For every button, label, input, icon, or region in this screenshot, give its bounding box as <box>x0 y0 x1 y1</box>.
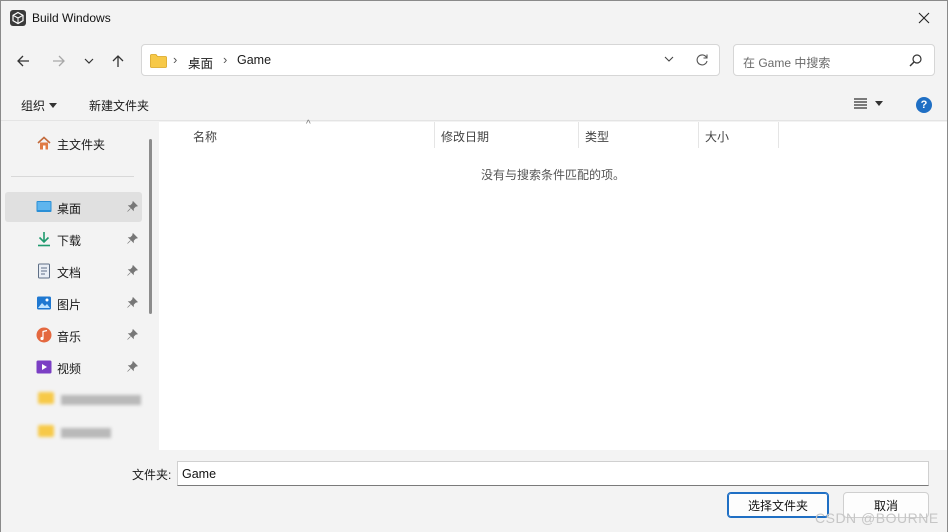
organize-menu-button[interactable]: 组织 <box>21 97 58 114</box>
navigation-row: › 桌面 › Game 在 Game 中搜索 <box>1 39 947 83</box>
sidebar-item-label: 文档 <box>57 266 82 280</box>
column-divider[interactable] <box>434 122 435 148</box>
navigation-pane: 主文件夹 桌面 下载 文档 图片 音乐 视频 <box>5 122 144 450</box>
close-button[interactable] <box>905 3 943 33</box>
sidebar-item-videos[interactable]: 视频 <box>5 352 142 382</box>
sidebar-item-label: 图片 <box>57 298 82 312</box>
download-icon <box>38 232 50 247</box>
watermark: CSDN @BOURNE <box>815 510 939 526</box>
arrow-left-icon <box>17 55 29 67</box>
sidebar-item-label: 桌面 <box>57 202 82 216</box>
sidebar-item-label: 音乐 <box>57 330 82 344</box>
document-icon <box>38 263 50 279</box>
address-bar[interactable]: › 桌面 › Game <box>141 44 720 76</box>
empty-message: 没有与搜索条件匹配的项。 <box>480 168 625 182</box>
help-button[interactable]: ? <box>916 97 932 113</box>
column-header-type[interactable]: 类型 <box>585 122 609 148</box>
view-options-button[interactable] <box>854 98 883 109</box>
new-folder-button[interactable]: 新建文件夹 <box>89 97 149 114</box>
column-header-name[interactable]: 名称 <box>193 122 217 148</box>
sidebar-divider <box>11 176 134 177</box>
search-input[interactable]: 在 Game 中搜索 <box>743 54 830 71</box>
chevron-down-icon[interactable] <box>663 53 675 65</box>
sidebar-item-redacted[interactable] <box>5 384 142 414</box>
sort-ascending-icon: ^ <box>306 119 311 130</box>
sidebar-item-label: 视频 <box>57 362 82 376</box>
navigation-pane-scrollbar[interactable] <box>149 139 152 314</box>
sidebar-item-downloads[interactable]: 下载 <box>5 224 142 254</box>
new-folder-label: 新建文件夹 <box>89 99 150 113</box>
search-box[interactable]: 在 Game 中搜索 <box>733 44 935 76</box>
column-header-size[interactable]: 大小 <box>705 122 729 148</box>
sidebar-item-label: 下载 <box>57 234 82 248</box>
close-icon <box>918 12 930 24</box>
build-windows-dialog: Build Windows › 桌面 › Game 在 Game 中搜索 组织 … <box>0 0 948 532</box>
select-folder-button[interactable]: 选择文件夹 <box>727 492 829 518</box>
up-button[interactable] <box>106 45 130 77</box>
column-divider[interactable] <box>778 122 779 148</box>
recent-locations-button[interactable] <box>77 45 101 77</box>
breadcrumb-separator: › <box>173 52 178 67</box>
breadcrumb-separator: › <box>223 52 228 67</box>
file-list: ^ 名称 修改日期 类型 大小 没有与搜索条件匹配的项。 <box>159 119 947 450</box>
organize-label: 组织 <box>21 99 46 113</box>
breadcrumb-game[interactable]: Game <box>237 53 271 67</box>
unity-app-icon <box>10 10 26 26</box>
pin-icon[interactable] <box>127 265 138 276</box>
desktop-icon <box>36 201 52 212</box>
sidebar-item-pictures[interactable]: 图片 <box>5 288 142 318</box>
pin-icon[interactable] <box>127 201 138 212</box>
column-divider[interactable] <box>698 122 699 148</box>
window-title: Build Windows <box>32 11 111 25</box>
list-view-icon <box>854 98 867 109</box>
sidebar-item-documents[interactable]: 文档 <box>5 256 142 286</box>
sidebar-item-music[interactable]: 音乐 <box>5 320 142 350</box>
home-icon <box>37 136 51 150</box>
pin-icon[interactable] <box>127 297 138 308</box>
caret-down-icon <box>875 100 883 106</box>
folder-icon <box>38 425 54 437</box>
pin-icon[interactable] <box>127 329 138 340</box>
pictures-icon <box>37 296 51 310</box>
select-folder-label: 选择文件夹 <box>747 498 808 513</box>
refresh-icon[interactable] <box>695 53 709 67</box>
arrow-right-icon <box>53 55 65 67</box>
command-bar: 组织 新建文件夹 ? <box>1 89 947 121</box>
redacted-label <box>61 428 111 438</box>
sidebar-item-desktop[interactable]: 桌面 <box>5 192 142 222</box>
arrow-up-icon <box>112 55 124 67</box>
forward-button[interactable] <box>47 45 71 77</box>
title-bar: Build Windows <box>1 1 947 35</box>
pin-icon[interactable] <box>127 361 138 372</box>
column-divider[interactable] <box>578 122 579 148</box>
music-icon <box>36 327 52 343</box>
footer: 文件夹: 选择文件夹 取消 <box>1 450 947 532</box>
sidebar-item-home[interactable]: 主文件夹 <box>5 128 142 158</box>
redacted-label <box>61 395 141 405</box>
folder-icon <box>38 392 54 404</box>
pin-icon[interactable] <box>127 233 138 244</box>
back-button[interactable] <box>11 45 35 77</box>
folder-name-input[interactable] <box>177 461 929 486</box>
search-icon <box>909 54 922 67</box>
caret-down-icon <box>49 102 58 108</box>
chevron-down-icon <box>84 58 94 64</box>
video-icon <box>36 360 52 374</box>
sidebar-item-label: 主文件夹 <box>57 138 106 152</box>
folder-icon <box>150 54 167 68</box>
column-header-date-modified[interactable]: 修改日期 <box>441 122 489 148</box>
help-icon: ? <box>920 99 928 111</box>
folder-field-label: 文件夹: <box>132 468 172 482</box>
sidebar-item-redacted[interactable] <box>5 416 142 446</box>
breadcrumb-desktop[interactable]: 桌面 <box>188 53 213 72</box>
